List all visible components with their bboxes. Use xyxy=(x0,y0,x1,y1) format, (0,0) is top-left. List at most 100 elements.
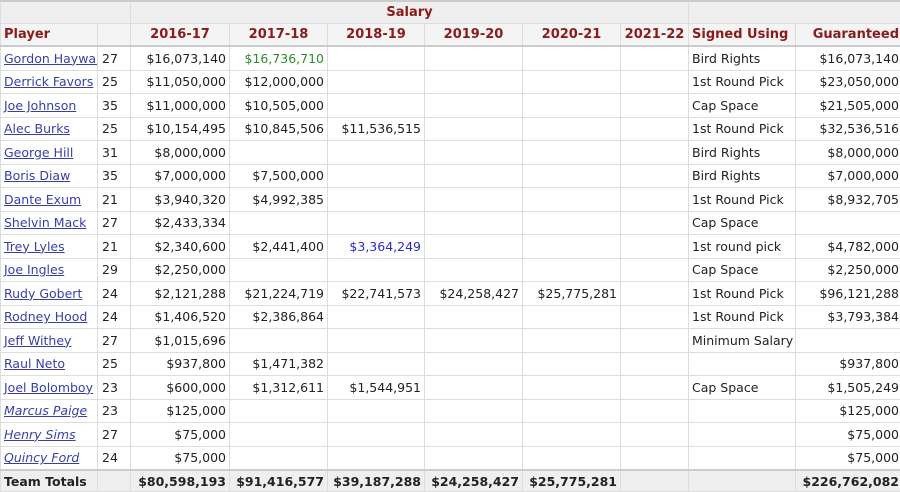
salary-cell: $7,000,000 xyxy=(131,164,230,188)
salary-cell: $12,000,000 xyxy=(230,70,328,94)
signed-using-cell: 1st Round Pick xyxy=(689,188,796,212)
player-column-header[interactable]: Player xyxy=(1,24,98,47)
salary-cell xyxy=(230,446,328,470)
totals-salary: $91,416,577 xyxy=(230,470,328,492)
player-name-cell: Dante Exum xyxy=(1,188,98,212)
year-column-header[interactable]: 2016-17 xyxy=(131,24,230,47)
salary-cell: $2,441,400 xyxy=(230,235,328,259)
player-link[interactable]: Gordon Hayward xyxy=(4,51,98,66)
salary-cell xyxy=(425,329,523,353)
salary-cell xyxy=(523,117,621,141)
salary-cell xyxy=(328,258,425,282)
salary-cell: $125,000 xyxy=(131,399,230,423)
salary-cell xyxy=(523,258,621,282)
salary-cell: $3,940,320 xyxy=(131,188,230,212)
signed-using-cell: Cap Space xyxy=(689,258,796,282)
salary-cell xyxy=(621,258,689,282)
signed-using-cell: Bird Rights xyxy=(689,46,796,70)
player-link[interactable]: Jeff Withey xyxy=(4,333,71,348)
salary-cell: $7,500,000 xyxy=(230,164,328,188)
salary-cell xyxy=(328,141,425,165)
salary-cell xyxy=(621,141,689,165)
salary-cell xyxy=(621,305,689,329)
header-blank-right xyxy=(689,1,900,24)
player-row: Gordon Hayward27$16,073,140$16,736,710Bi… xyxy=(1,46,900,70)
age-cell: 24 xyxy=(98,446,131,470)
age-cell: 27 xyxy=(98,211,131,235)
player-link[interactable]: Shelvin Mack xyxy=(4,215,86,230)
salary-cell xyxy=(523,399,621,423)
salary-cell xyxy=(230,258,328,282)
player-name-cell: Marcus Paige xyxy=(1,399,98,423)
player-link[interactable]: Trey Lyles xyxy=(4,239,65,254)
salary-cell xyxy=(230,211,328,235)
salary-cell xyxy=(523,329,621,353)
signed-using-cell: 1st Round Pick xyxy=(689,282,796,306)
player-link[interactable]: Quincy Ford xyxy=(4,450,79,465)
player-row: Joel Bolomboy23$600,000$1,312,611$1,544,… xyxy=(1,376,900,400)
salary-cell: $10,505,000 xyxy=(230,94,328,118)
salary-table: Salary Player 2016-17 2017-18 2018-19 20… xyxy=(0,0,900,492)
player-name-cell: Jeff Withey xyxy=(1,329,98,353)
salary-cell xyxy=(425,446,523,470)
age-cell: 31 xyxy=(98,141,131,165)
salary-cell xyxy=(523,164,621,188)
salary-cell xyxy=(425,211,523,235)
guaranteed-column-header[interactable]: Guaranteed xyxy=(796,24,900,47)
age-column-header[interactable] xyxy=(98,24,131,47)
player-link[interactable]: Dante Exum xyxy=(4,192,81,207)
signed-using-cell: 1st Round Pick xyxy=(689,117,796,141)
signed-using-cell: Minimum Salary xyxy=(689,329,796,353)
salary-cell xyxy=(328,46,425,70)
totals-salary xyxy=(621,470,689,492)
salary-cell: $3,364,249 xyxy=(328,235,425,259)
player-link[interactable]: Joe Johnson xyxy=(4,98,76,113)
guaranteed-cell: $2,250,000 xyxy=(796,258,900,282)
year-column-header[interactable]: 2020-21 xyxy=(523,24,621,47)
player-name-cell: Rodney Hood xyxy=(1,305,98,329)
player-name-cell: Joe Ingles xyxy=(1,258,98,282)
player-row: Boris Diaw35$7,000,000$7,500,000Bird Rig… xyxy=(1,164,900,188)
age-cell: 21 xyxy=(98,235,131,259)
salary-cell xyxy=(425,141,523,165)
player-link[interactable]: Rudy Gobert xyxy=(4,286,82,301)
signed-using-cell: 1st Round Pick xyxy=(689,305,796,329)
salary-cell xyxy=(425,305,523,329)
signed-using-column-header[interactable]: Signed Using xyxy=(689,24,796,47)
year-column-header[interactable]: 2017-18 xyxy=(230,24,328,47)
player-name-cell: Joel Bolomboy xyxy=(1,376,98,400)
year-column-header[interactable]: 2021-22 xyxy=(621,24,689,47)
player-row: Trey Lyles21$2,340,600$2,441,400$3,364,2… xyxy=(1,235,900,259)
salary-cell xyxy=(523,446,621,470)
player-link[interactable]: Henry Sims xyxy=(4,427,76,442)
year-column-header[interactable]: 2019-20 xyxy=(425,24,523,47)
salary-cell: $937,800 xyxy=(131,352,230,376)
salary-cell xyxy=(621,70,689,94)
signed-using-cell: Cap Space xyxy=(689,94,796,118)
player-link[interactable]: Marcus Paige xyxy=(4,403,87,418)
salary-cell xyxy=(621,188,689,212)
year-column-header[interactable]: 2018-19 xyxy=(328,24,425,47)
player-link[interactable]: Joel Bolomboy xyxy=(4,380,93,395)
salary-cell xyxy=(425,376,523,400)
age-cell: 35 xyxy=(98,94,131,118)
totals-label: Team Totals xyxy=(1,470,98,492)
player-link[interactable]: Raul Neto xyxy=(4,356,65,371)
player-row: Jeff Withey27$1,015,696Minimum Salary xyxy=(1,329,900,353)
signed-using-cell: Cap Space xyxy=(689,211,796,235)
player-row: Quincy Ford24$75,000$75,000 xyxy=(1,446,900,470)
salary-cell: $16,073,140 xyxy=(131,46,230,70)
player-link[interactable]: Alec Burks xyxy=(4,121,70,136)
player-link[interactable]: George Hill xyxy=(4,145,73,160)
player-link[interactable]: Boris Diaw xyxy=(4,168,70,183)
salary-cell xyxy=(425,235,523,259)
player-link[interactable]: Derrick Favors xyxy=(4,74,93,89)
player-row: George Hill31$8,000,000Bird Rights$8,000… xyxy=(1,141,900,165)
player-name-cell: Shelvin Mack xyxy=(1,211,98,235)
salary-cell xyxy=(523,188,621,212)
salary-cell xyxy=(328,70,425,94)
signed-using-cell xyxy=(689,423,796,447)
salary-cell xyxy=(621,211,689,235)
player-link[interactable]: Rodney Hood xyxy=(4,309,87,324)
player-link[interactable]: Joe Ingles xyxy=(4,262,64,277)
